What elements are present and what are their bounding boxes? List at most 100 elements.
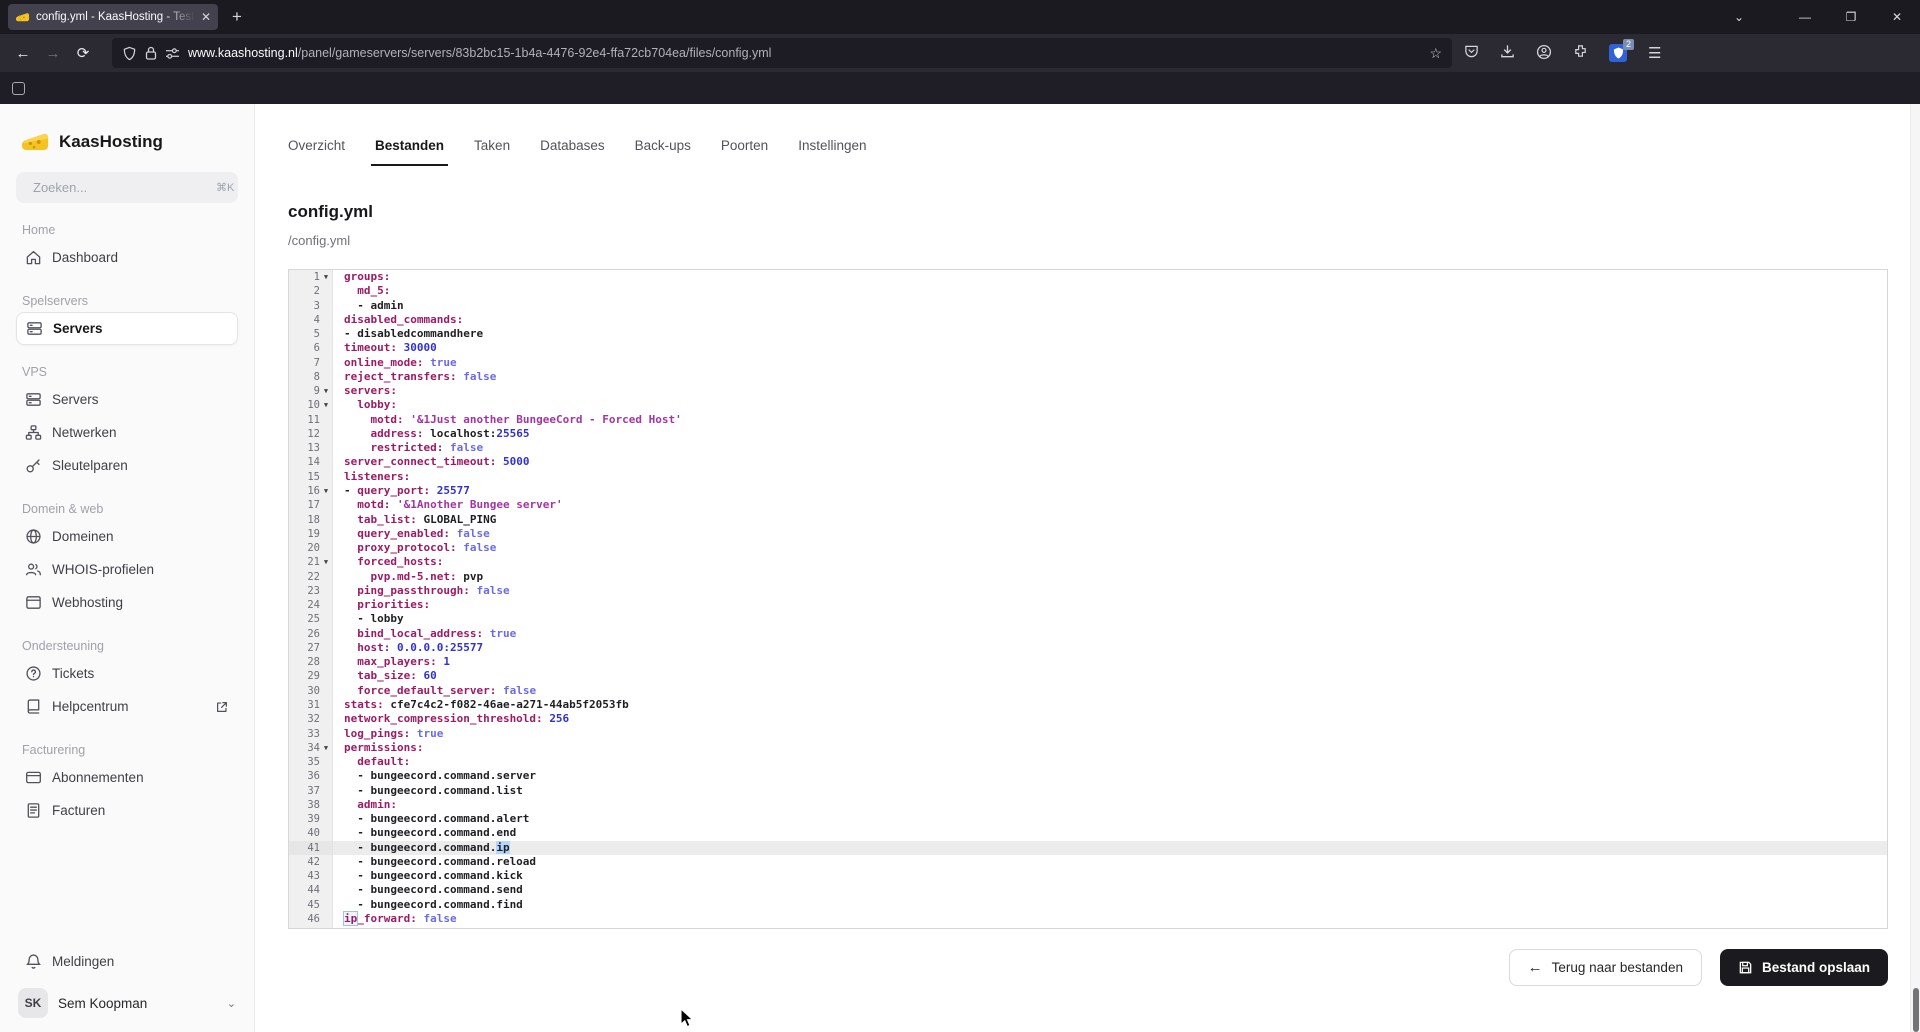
code-line-40[interactable]: 40 - bungeecord.command.end <box>289 826 1887 840</box>
code-line-43[interactable]: 43 - bungeecord.command.kick <box>289 869 1887 883</box>
code-line-6[interactable]: 6timeout: 30000 <box>289 341 1887 355</box>
sidebar-item-dashboard[interactable]: Dashboard <box>16 241 238 274</box>
code-line-1[interactable]: 1▼groups: <box>289 270 1887 284</box>
code-line-26[interactable]: 26 bind_local_address: true <box>289 627 1887 641</box>
browser-tab[interactable]: config.yml - KaasHosting - Tests ✕ <box>8 4 218 30</box>
gutter[interactable]: 4 <box>289 313 333 327</box>
gutter[interactable]: 29 <box>289 669 333 683</box>
fold-arrow-icon[interactable]: ▼ <box>320 384 332 398</box>
gutter[interactable]: 43 <box>289 869 333 883</box>
gutter[interactable]: 44 <box>289 883 333 897</box>
url-bar[interactable]: www.kaashosting.nl/panel/gameservers/ser… <box>112 38 1452 68</box>
code-line-47[interactable]: 47forge_support: false <box>289 926 1887 929</box>
back-to-files-button[interactable]: ← Terug naar bestanden <box>1509 949 1702 986</box>
code-line-22[interactable]: 22 pvp.md-5.net: pvp <box>289 570 1887 584</box>
code-line-28[interactable]: 28 max_players: 1 <box>289 655 1887 669</box>
url-text[interactable]: www.kaashosting.nl/panel/gameservers/ser… <box>188 46 1421 60</box>
new-tab-button[interactable]: + <box>232 7 242 27</box>
sidebar-item-servers[interactable]: Servers <box>16 383 238 416</box>
fold-arrow-icon[interactable]: ▼ <box>320 484 332 498</box>
gutter[interactable]: 24 <box>289 598 333 612</box>
gutter[interactable]: 12 <box>289 427 333 441</box>
gutter[interactable]: 36 <box>289 769 333 783</box>
gutter[interactable]: 38 <box>289 798 333 812</box>
gutter[interactable]: 39 <box>289 812 333 826</box>
window-restore-button[interactable]: ❐ <box>1828 10 1874 24</box>
gutter[interactable]: 8 <box>289 370 333 384</box>
shield-icon[interactable] <box>122 46 137 61</box>
gutter[interactable]: 6 <box>289 341 333 355</box>
code-line-46[interactable]: 46ip_forward: false <box>289 912 1887 926</box>
sidebar-item-abonnementen[interactable]: Abonnementen <box>16 761 238 794</box>
sidebar-item-webhosting[interactable]: Webhosting <box>16 586 238 619</box>
tab-poorten[interactable]: Poorten <box>721 138 768 166</box>
sidebar-item-sleutelparen[interactable]: Sleutelparen <box>16 449 238 482</box>
gutter[interactable]: 9▼ <box>289 384 333 398</box>
search-input[interactable] <box>33 180 209 195</box>
gutter[interactable]: 19 <box>289 527 333 541</box>
sidebar-item-helpcentrum[interactable]: Helpcentrum <box>16 690 238 723</box>
code-line-35[interactable]: 35 default: <box>289 755 1887 769</box>
brand[interactable]: KaasHosting <box>16 128 238 155</box>
code-line-44[interactable]: 44 - bungeecord.command.send <box>289 883 1887 897</box>
code-line-38[interactable]: 38 admin: <box>289 798 1887 812</box>
code-line-20[interactable]: 20 proxy_protocol: false <box>289 541 1887 555</box>
gutter[interactable]: 28 <box>289 655 333 669</box>
sidebar-item-tickets[interactable]: Tickets <box>16 657 238 690</box>
gutter[interactable]: 37 <box>289 784 333 798</box>
code-line-15[interactable]: 15listeners: <box>289 470 1887 484</box>
gutter[interactable]: 32 <box>289 712 333 726</box>
downloads-icon[interactable] <box>1500 44 1515 62</box>
gutter[interactable]: 13 <box>289 441 333 455</box>
tab-close-icon[interactable]: ✕ <box>201 10 211 24</box>
extensions-icon[interactable] <box>1573 44 1588 62</box>
scrollbar-thumb[interactable] <box>1913 988 1919 1032</box>
ublock-extension-icon[interactable]: 2 <box>1609 44 1627 62</box>
account-icon[interactable] <box>1536 44 1552 63</box>
code-line-27[interactable]: 27 host: 0.0.0.0:25577 <box>289 641 1887 655</box>
code-line-19[interactable]: 19 query_enabled: false <box>289 527 1887 541</box>
gutter[interactable]: 5 <box>289 327 333 341</box>
code-line-7[interactable]: 7online_mode: true <box>289 356 1887 370</box>
gutter[interactable]: 17 <box>289 498 333 512</box>
gutter[interactable]: 31 <box>289 698 333 712</box>
code-line-10[interactable]: 10▼ lobby: <box>289 398 1887 412</box>
list-tabs-chevron-icon[interactable]: ⌄ <box>1734 0 1744 34</box>
gutter[interactable]: 7 <box>289 356 333 370</box>
gutter[interactable]: 23 <box>289 584 333 598</box>
user-menu[interactable]: SK Sem Koopman ⌄ <box>16 988 238 1018</box>
tab-bestanden[interactable]: Bestanden <box>375 138 444 166</box>
gutter[interactable]: 3 <box>289 299 333 313</box>
sidebar-item-facturen[interactable]: Facturen <box>16 794 238 827</box>
gutter[interactable]: 1▼ <box>289 270 333 284</box>
code-line-11[interactable]: 11 motd: '&1Just another BungeeCord - Fo… <box>289 413 1887 427</box>
code-line-32[interactable]: 32network_compression_threshold: 256 <box>289 712 1887 726</box>
code-line-41[interactable]: 41 - bungeecord.command.ip <box>289 841 1887 855</box>
code-line-12[interactable]: 12 address: localhost:25565 <box>289 427 1887 441</box>
forward-button[interactable]: → <box>38 45 68 62</box>
tab-taken[interactable]: Taken <box>474 138 510 166</box>
code-line-5[interactable]: 5- disabledcommandhere <box>289 327 1887 341</box>
window-minimize-button[interactable]: — <box>1782 10 1828 24</box>
code-line-3[interactable]: 3 - admin <box>289 299 1887 313</box>
gutter[interactable]: 40 <box>289 826 333 840</box>
fold-arrow-icon[interactable]: ▼ <box>320 741 332 755</box>
gutter[interactable]: 21▼ <box>289 555 333 569</box>
window-close-button[interactable]: ✕ <box>1874 10 1920 24</box>
tab-overzicht[interactable]: Overzicht <box>288 138 345 166</box>
sidebar-item-meldingen[interactable]: Meldingen <box>16 945 238 978</box>
gutter[interactable]: 27 <box>289 641 333 655</box>
code-line-21[interactable]: 21▼ forced_hosts: <box>289 555 1887 569</box>
code-line-16[interactable]: 16▼- query_port: 25577 <box>289 484 1887 498</box>
lock-icon[interactable] <box>145 46 157 60</box>
gutter[interactable]: 26 <box>289 627 333 641</box>
gutter[interactable]: 42 <box>289 855 333 869</box>
code-editor[interactable]: 1▼groups:2 md_5:3 - admin4disabled_comma… <box>288 269 1888 929</box>
code-line-45[interactable]: 45 - bungeecord.command.find <box>289 898 1887 912</box>
gutter[interactable]: 20 <box>289 541 333 555</box>
gutter[interactable]: 10▼ <box>289 398 333 412</box>
code-line-23[interactable]: 23 ping_passthrough: false <box>289 584 1887 598</box>
bookmark-star-icon[interactable]: ☆ <box>1429 45 1442 62</box>
gutter[interactable]: 30 <box>289 684 333 698</box>
gutter[interactable]: 2 <box>289 284 333 298</box>
